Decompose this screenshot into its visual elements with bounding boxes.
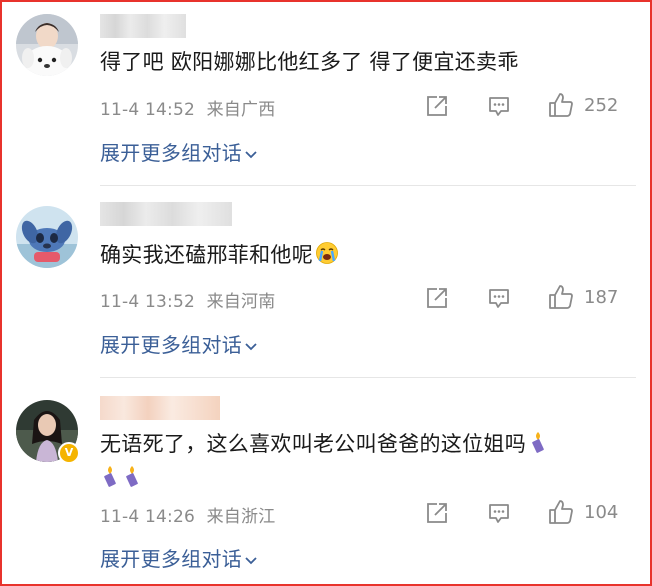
- chevron-down-icon: [245, 150, 257, 158]
- expand-label: 展开更多组对话: [100, 547, 243, 571]
- reply-icon[interactable]: [487, 501, 511, 525]
- reply-icon[interactable]: [487, 286, 511, 310]
- comment-text-body: 确实我还磕邢菲和他呢: [100, 243, 313, 267]
- share-icon[interactable]: [425, 286, 449, 310]
- comment-time: 11-4 14:52: [100, 100, 195, 120]
- verified-badge: V: [58, 442, 80, 464]
- avatar[interactable]: [16, 14, 78, 76]
- crying-face-icon: [316, 242, 338, 264]
- avatar[interactable]: [16, 206, 78, 268]
- comment-meta: 11-4 14:26 来自浙江: [100, 502, 275, 527]
- like-count: 252: [584, 95, 619, 116]
- candle-icon: [104, 466, 116, 487]
- comment-location: 来自浙江: [206, 507, 276, 527]
- comment-location: 来自广西: [206, 100, 276, 120]
- comment-text-body: 无语死了，这么喜欢叫老公叫爸爸的这位姐吗: [100, 432, 526, 456]
- comment-location: 来自河南: [206, 292, 276, 312]
- share-icon[interactable]: [425, 94, 449, 118]
- candle-icon: [126, 466, 138, 487]
- like-count: 104: [584, 502, 619, 523]
- expand-more-link[interactable]: 展开更多组对话: [100, 137, 258, 166]
- dog-avatar-icon: [16, 14, 78, 76]
- comment-text: 无语死了，这么喜欢叫老公叫爸爸的这位姐吗: [100, 427, 622, 495]
- expand-more-link[interactable]: 展开更多组对话: [100, 329, 258, 358]
- comment-time: 11-4 13:52: [100, 292, 195, 312]
- username-blurred[interactable]: [100, 14, 186, 38]
- expand-label: 展开更多组对话: [100, 333, 243, 357]
- share-icon[interactable]: [425, 501, 449, 525]
- username-blurred[interactable]: [100, 202, 232, 226]
- comment-meta: 11-4 14:52 来自广西: [100, 95, 275, 120]
- like-icon[interactable]: [548, 284, 574, 310]
- expand-more-link[interactable]: 展开更多组对话: [100, 543, 258, 572]
- divider: [100, 377, 636, 378]
- expand-label: 展开更多组对话: [100, 141, 243, 165]
- reply-icon[interactable]: [487, 94, 511, 118]
- chevron-down-icon: [245, 556, 257, 564]
- like-icon[interactable]: [548, 92, 574, 118]
- comment-text: 得了吧 欧阳娜娜比他红多了 得了便宜还卖乖: [100, 50, 519, 74]
- stitch-avatar-icon: [16, 206, 78, 268]
- like-icon[interactable]: [548, 499, 574, 525]
- comment-text: 确实我还磕邢菲和他呢: [100, 238, 622, 272]
- comment-meta: 11-4 13:52 来自河南: [100, 287, 275, 312]
- comment-panel: 得了吧 欧阳娜娜比他红多了 得了便宜还卖乖 11-4 14:52 来自广西 25…: [0, 0, 652, 586]
- comment-time: 11-4 14:26: [100, 507, 195, 527]
- chevron-down-icon: [245, 342, 257, 350]
- username-blurred[interactable]: [100, 396, 220, 420]
- candle-icon: [532, 432, 544, 453]
- divider: [100, 185, 636, 186]
- like-count: 187: [584, 287, 619, 308]
